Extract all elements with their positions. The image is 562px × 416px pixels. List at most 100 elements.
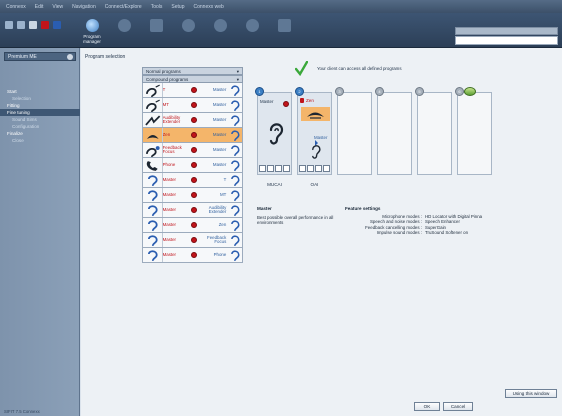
program-row[interactable]: Master Phone	[142, 248, 243, 263]
program-row[interactable]: Master Feedback Focus	[142, 233, 243, 248]
slot-tool-button[interactable]	[315, 165, 322, 172]
quick-actions	[5, 21, 61, 29]
ear-blue-icon[interactable]	[53, 21, 61, 29]
program-link: Phone	[213, 251, 227, 257]
sound-button[interactable]	[206, 19, 234, 45]
wand-icon[interactable]	[29, 21, 37, 29]
menu-item[interactable]: Connexx web	[193, 4, 223, 10]
program-row[interactable]: Master T	[142, 173, 243, 188]
normal-programs-header[interactable]: Normal programs ▾	[142, 67, 243, 75]
slot-tool-button[interactable]	[275, 165, 282, 172]
program-row[interactable]: Feedback Focus Master	[142, 143, 243, 158]
menu-item[interactable]: Edit	[35, 4, 44, 10]
telecoil-icon	[146, 99, 160, 112]
nav-item-configuration[interactable]: Configuration	[0, 123, 80, 130]
slot-tool-button[interactable]	[283, 165, 290, 172]
program-link: Master	[212, 86, 227, 92]
program-slot-4[interactable]: 4	[375, 87, 412, 175]
program-link: Master	[212, 101, 227, 107]
program-row[interactable]: Audibility Extender Master	[142, 113, 243, 128]
help-button[interactable]: Using this window	[505, 389, 557, 398]
program-row[interactable]: Phone Master	[142, 158, 243, 173]
slot-tool-button[interactable]	[259, 165, 266, 172]
program-name: Zen	[162, 131, 171, 137]
program-name: Feedback Focus	[162, 144, 182, 154]
program-row[interactable]: T Master	[142, 83, 243, 98]
program-slot-1[interactable]: 1 Master	[255, 87, 292, 175]
feature-value: TruSound Softener on	[425, 229, 469, 235]
program-manager-panel: Program selection Normal programs ▾ Comp…	[81, 48, 562, 416]
slot-number-badge: 4	[375, 87, 384, 96]
menu-item[interactable]: Connexx	[6, 4, 26, 10]
program-row[interactable]: Zen Master	[142, 128, 243, 143]
program-name: MT	[162, 101, 169, 107]
program-slot-3[interactable]: 3	[335, 87, 372, 175]
print-button[interactable]	[270, 19, 298, 45]
nav-item-sound-sims[interactable]: Sound Sims	[0, 116, 80, 123]
menu-item[interactable]: Setup	[171, 4, 184, 10]
slot-tools	[299, 165, 330, 172]
ear-red-icon[interactable]	[41, 21, 49, 29]
row-divider	[162, 143, 163, 157]
program-slot-2[interactable]: 2 Zen Master	[295, 87, 332, 175]
program-name: Master	[162, 176, 177, 182]
forward-icon[interactable]	[17, 21, 25, 29]
program-row[interactable]: Master Zen	[142, 218, 243, 233]
slot-tool-button[interactable]	[299, 165, 306, 172]
telecoil-icon	[146, 84, 160, 97]
program-dot-icon	[191, 162, 197, 168]
program-slot-5[interactable]: 5	[415, 87, 452, 175]
document-button[interactable]	[142, 19, 170, 45]
program-manager-button[interactable]: Program manager	[78, 19, 106, 45]
client-name: Premium ME	[8, 54, 37, 60]
program-info-description: Best possible overall performance in all…	[257, 215, 334, 225]
compound-programs-label: Compound programs	[146, 77, 189, 82]
program-dot-icon	[191, 252, 197, 258]
program-info-title: Master	[257, 206, 272, 211]
slot-tool-button[interactable]	[267, 165, 274, 172]
program-slot-6[interactable]: 6	[455, 87, 492, 175]
ear-icon	[312, 145, 321, 159]
nav-item-fitting[interactable]: Fitting	[0, 102, 80, 109]
program-dot-icon	[191, 132, 197, 138]
back-icon[interactable]	[5, 21, 13, 29]
slot-tool-button[interactable]	[323, 165, 330, 172]
program-link: Master	[212, 116, 227, 122]
program-dot-icon	[191, 237, 197, 243]
slot-tool-button[interactable]	[307, 165, 314, 172]
nav-item-start[interactable]: Start	[0, 88, 80, 95]
menu-item[interactable]: Tools	[151, 4, 163, 10]
compound-programs-header[interactable]: Compound programs ▾	[142, 75, 243, 83]
program-row[interactable]: MT Master	[142, 98, 243, 113]
program-row[interactable]: Master MT	[142, 188, 243, 203]
nav-item-finalize[interactable]: Finalize	[0, 130, 80, 137]
fitting-button[interactable]	[110, 19, 138, 45]
row-divider	[162, 218, 163, 232]
program-info: Master Best possible overall performance…	[257, 206, 343, 225]
menu-item[interactable]: Connect/Explore	[105, 4, 142, 10]
hearing-button[interactable]	[238, 19, 266, 45]
program-link: Master	[212, 131, 227, 137]
program-row[interactable]: Master Audibility Extender	[142, 203, 243, 218]
program-manager-icon	[85, 19, 99, 32]
tools-button[interactable]	[174, 19, 202, 45]
slot-label: OAI	[310, 182, 319, 187]
client-selector[interactable]: Premium ME	[4, 52, 76, 61]
master-ear-icon	[148, 219, 158, 231]
slot-number-badge: 5	[415, 87, 424, 96]
fitting-icon	[117, 19, 131, 32]
ok-button[interactable]: OK	[414, 402, 440, 411]
menu-item[interactable]: Navigation	[72, 4, 96, 10]
nav-item-selection[interactable]: Selection	[0, 95, 80, 102]
row-divider	[162, 203, 163, 217]
zen-icon	[301, 107, 330, 121]
program-dot-icon	[191, 102, 197, 108]
edit-icon[interactable]	[67, 54, 73, 60]
row-divider	[162, 113, 163, 127]
nav-item-close[interactable]: Close	[0, 137, 80, 144]
search-field[interactable]	[455, 36, 558, 45]
menu-item[interactable]: View	[52, 4, 63, 10]
cancel-button[interactable]: Cancel	[443, 402, 473, 411]
nav-item-fine-tuning[interactable]: Fine tuning	[0, 109, 80, 116]
ear-icon	[231, 129, 240, 141]
